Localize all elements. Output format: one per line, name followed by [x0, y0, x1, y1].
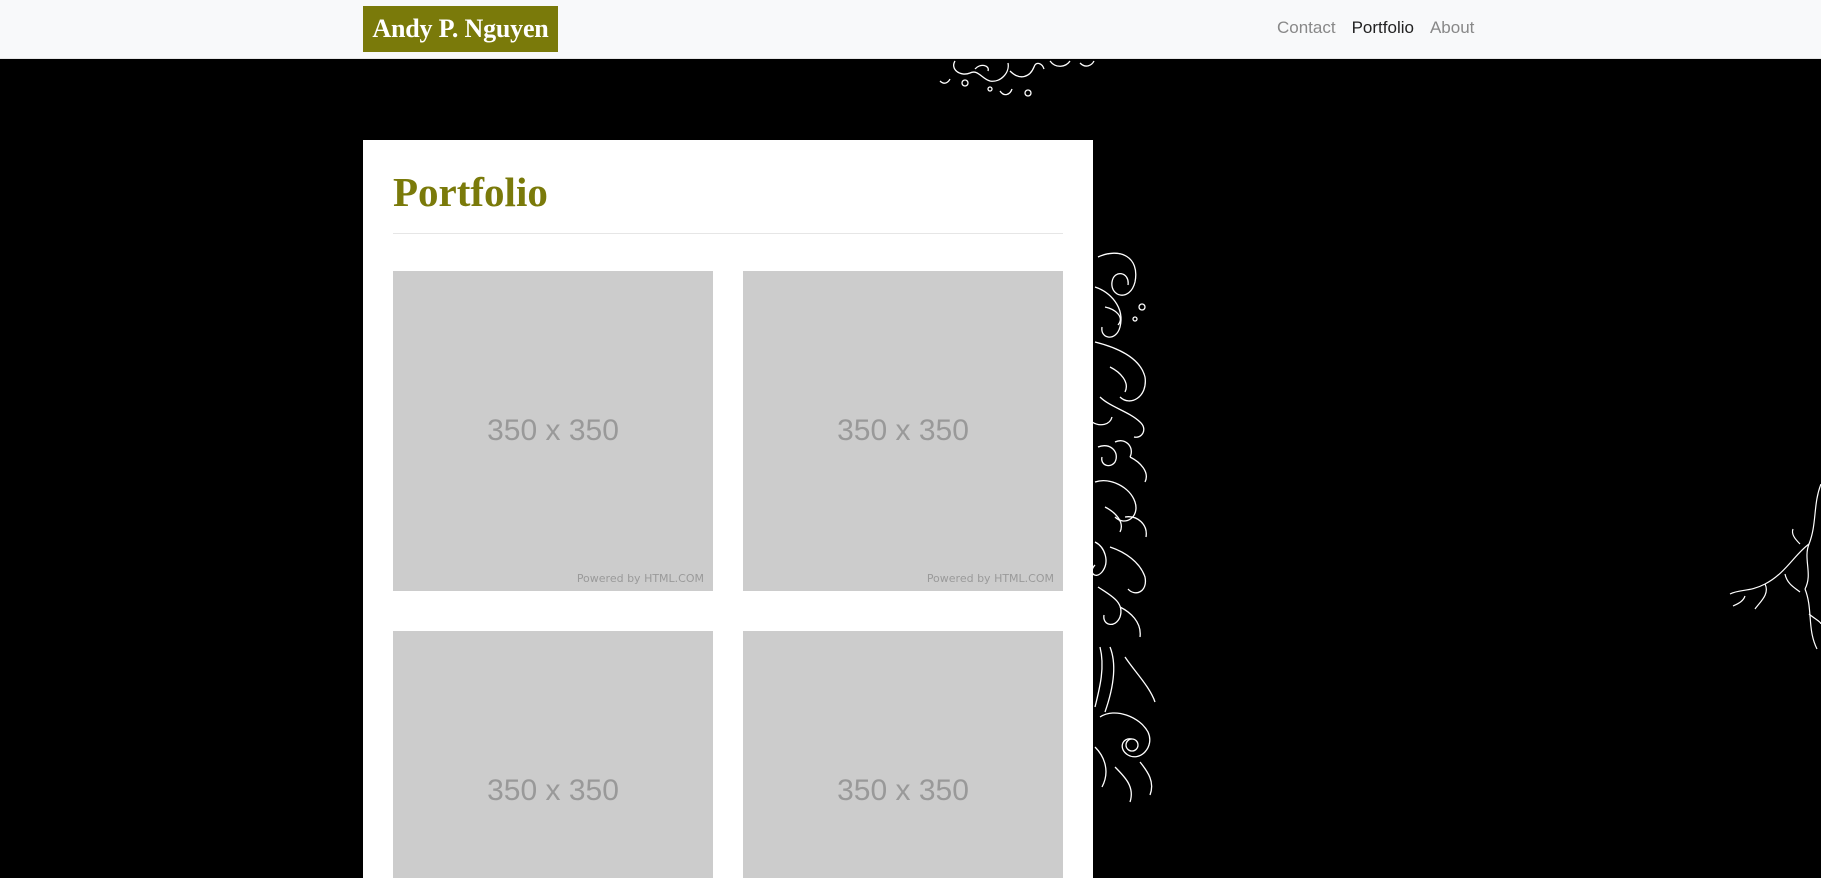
title-divider	[393, 233, 1063, 234]
thumbnail-size-label: 350 x 350	[837, 414, 969, 447]
doodle-top-decoration	[939, 60, 1095, 97]
top-navbar: Andy P. Nguyen Contact Portfolio About	[0, 0, 1821, 59]
doodle-side-decoration	[1091, 252, 1156, 803]
nav-links: Contact Portfolio About	[1277, 18, 1490, 38]
thumbnail-size-label: 350 x 350	[487, 774, 619, 807]
thumbnail-powered-label: Powered by HTML.COM	[926, 572, 1054, 585]
portfolio-thumbnail[interactable]: 350 x 350	[393, 631, 713, 879]
thumbnail-size-label: 350 x 350	[837, 774, 969, 807]
nav-link-contact[interactable]: Contact	[1277, 18, 1336, 38]
portfolio-thumbnail[interactable]: 350 x 350 Powered by HTML.COM	[743, 271, 1063, 591]
portfolio-thumbnail[interactable]: 350 x 350	[743, 631, 1063, 879]
portfolio-thumbnail[interactable]: 350 x 350 Powered by HTML.COM	[393, 271, 713, 591]
brand-logo[interactable]: Andy P. Nguyen	[363, 6, 558, 52]
portfolio-card: Portfolio 350 x 350 Powered by HTML.COM …	[363, 140, 1093, 879]
thumbnail-size-label: 350 x 350	[487, 414, 619, 447]
nav-link-about[interactable]: About	[1430, 18, 1474, 38]
doodle-crack-decoration	[1729, 484, 1821, 650]
page-title: Portfolio	[393, 169, 548, 215]
thumbnail-powered-label: Powered by HTML.COM	[576, 572, 704, 585]
nav-link-portfolio[interactable]: Portfolio	[1352, 18, 1414, 38]
